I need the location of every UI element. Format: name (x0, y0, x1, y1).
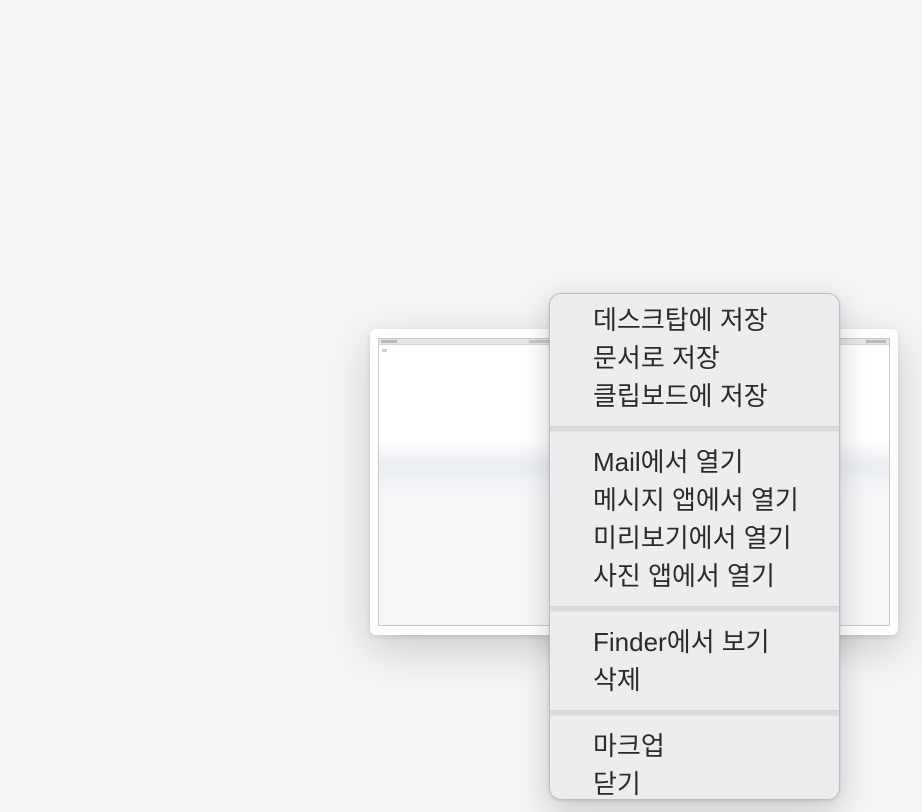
desktop: 데스크탑에 저장 문서로 저장 클립보드에 저장 Mail에서 열기 메시지 앱… (0, 0, 922, 812)
menu-group-finder: Finder에서 보기 삭제 (550, 623, 839, 699)
preview-menubar-center (529, 340, 551, 343)
menu-separator (550, 426, 839, 432)
preview-icon (382, 349, 387, 352)
menu-group-markup: 마크업 닫기 (550, 727, 839, 799)
context-menu: 데스크탑에 저장 문서로 저장 클립보드에 저장 Mail에서 열기 메시지 앱… (549, 293, 840, 800)
menu-item-show-in-finder[interactable]: Finder에서 보기 (550, 623, 839, 661)
menu-item-save-as-document[interactable]: 문서로 저장 (550, 339, 839, 377)
menu-item-delete[interactable]: 삭제 (550, 661, 839, 699)
preview-menubar-right (866, 340, 886, 343)
menu-item-open-in-mail[interactable]: Mail에서 열기 (550, 443, 839, 481)
menu-item-save-to-clipboard[interactable]: 클립보드에 저장 (550, 377, 839, 415)
menu-separator (550, 710, 839, 716)
menu-group-open: Mail에서 열기 메시지 앱에서 열기 미리보기에서 열기 사진 앱에서 열기 (550, 443, 839, 595)
menu-item-close[interactable]: 닫기 (550, 765, 839, 799)
menu-item-save-to-desktop[interactable]: 데스크탑에 저장 (550, 301, 839, 339)
menu-separator (550, 606, 839, 612)
menu-item-open-in-messages[interactable]: 메시지 앱에서 열기 (550, 481, 839, 519)
menu-item-open-in-photos[interactable]: 사진 앱에서 열기 (550, 557, 839, 595)
menu-item-markup[interactable]: 마크업 (550, 727, 839, 765)
menu-group-save: 데스크탑에 저장 문서로 저장 클립보드에 저장 (550, 301, 839, 415)
preview-menubar-left (381, 340, 397, 343)
menu-item-open-in-preview[interactable]: 미리보기에서 열기 (550, 519, 839, 557)
